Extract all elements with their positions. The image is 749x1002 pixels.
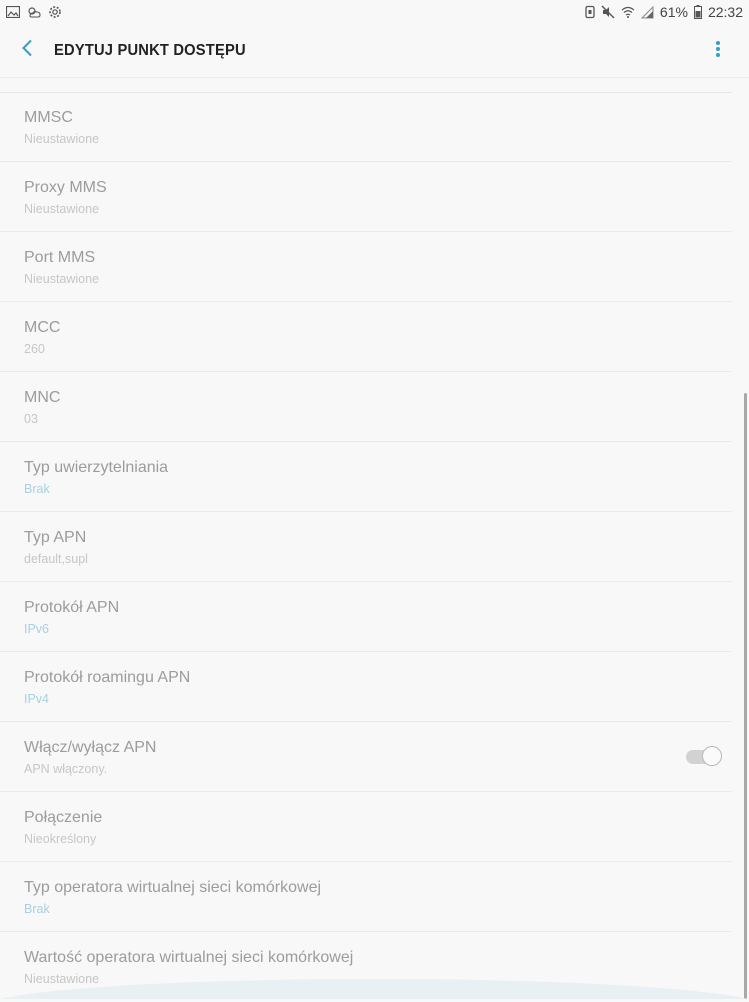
status-bar-left [6,4,62,20]
app-toolbar: EDYTUJ PUNKT DOSTĘPU [0,24,749,78]
setting-title: Włącz/wyłącz APN [24,739,156,757]
setting-title: Proxy MMS [24,179,107,197]
setting-mcc[interactable]: MCC 260 [0,302,732,372]
battery-percent: 61% [660,4,688,20]
setting-mvno-type[interactable]: Typ operatora wirtualnej sieci komórkowe… [0,862,732,932]
more-options-button[interactable] [703,36,733,66]
setting-title: Połączenie [24,809,102,827]
page-title: EDYTUJ PUNKT DOSTĘPU [54,42,246,60]
setting-value: IPv4 [24,692,49,706]
setting-title: MNC [24,389,60,407]
setting-connection[interactable]: Połączenie Nieokreślony [0,792,732,862]
overscroll-glow [0,977,749,999]
setting-value: APN włączony. [24,762,107,776]
setting-value: default,supl [24,552,88,566]
setting-value: Nieustawione [24,272,99,286]
wifi-icon [621,4,635,20]
setting-value: 03 [24,412,38,426]
setting-value: Brak [24,902,50,916]
setting-value: 260 [24,342,45,356]
weather-icon [26,4,42,20]
setting-value: Nieokreślony [24,832,96,846]
settings-gear-icon [48,4,62,20]
setting-title: Typ operatora wirtualnej sieci komórkowe… [24,879,321,897]
setting-proxy-mms[interactable]: Proxy MMS Nieustawione [0,162,732,232]
more-vert-icon [715,40,721,63]
setting-title: Typ APN [24,529,86,547]
clock: 22:32 [708,4,743,20]
status-bar: 61% 22:32 [0,0,749,24]
setting-auth-type[interactable]: Typ uwierzytelniania Brak [0,442,732,512]
nfc-icon [585,4,595,20]
setting-apn-enable[interactable]: Włącz/wyłącz APN APN włączony. [0,722,732,792]
setting-title: MCC [24,319,60,337]
gallery-icon [6,4,20,20]
signal-icon [641,4,654,20]
setting-port-mms[interactable]: Port MMS Nieustawione [0,232,732,302]
setting-value: Brak [24,482,50,496]
apn-enable-toggle[interactable] [686,746,724,768]
scrollbar[interactable] [744,393,747,999]
setting-title: Port MMS [24,249,95,267]
setting-value: Nieustawione [24,202,99,216]
setting-title: Wartość operatora wirtualnej sieci komór… [24,949,353,967]
toggle-knob [702,746,722,766]
back-arrow-icon [21,39,33,62]
apn-settings-list: MMSC Nieustawione Proxy MMS Nieustawione… [0,92,749,1002]
setting-apn-type[interactable]: Typ APN default,supl [0,512,732,582]
setting-title: Protokół roamingu APN [24,669,190,687]
setting-title: MMSC [24,109,73,127]
setting-mmsc[interactable]: MMSC Nieustawione [0,92,732,162]
setting-mnc[interactable]: MNC 03 [0,372,732,442]
setting-title: Typ uwierzytelniania [24,459,168,477]
setting-title: Protokół APN [24,599,119,617]
setting-apn-roaming-protocol[interactable]: Protokół roamingu APN IPv4 [0,652,732,722]
setting-value: Nieustawione [24,132,99,146]
status-bar-right: 61% 22:32 [585,4,743,20]
mute-icon [601,4,615,20]
back-button[interactable] [0,24,54,78]
setting-value: IPv6 [24,622,49,636]
battery-icon [694,4,702,20]
setting-apn-protocol[interactable]: Protokół APN IPv6 [0,582,732,652]
